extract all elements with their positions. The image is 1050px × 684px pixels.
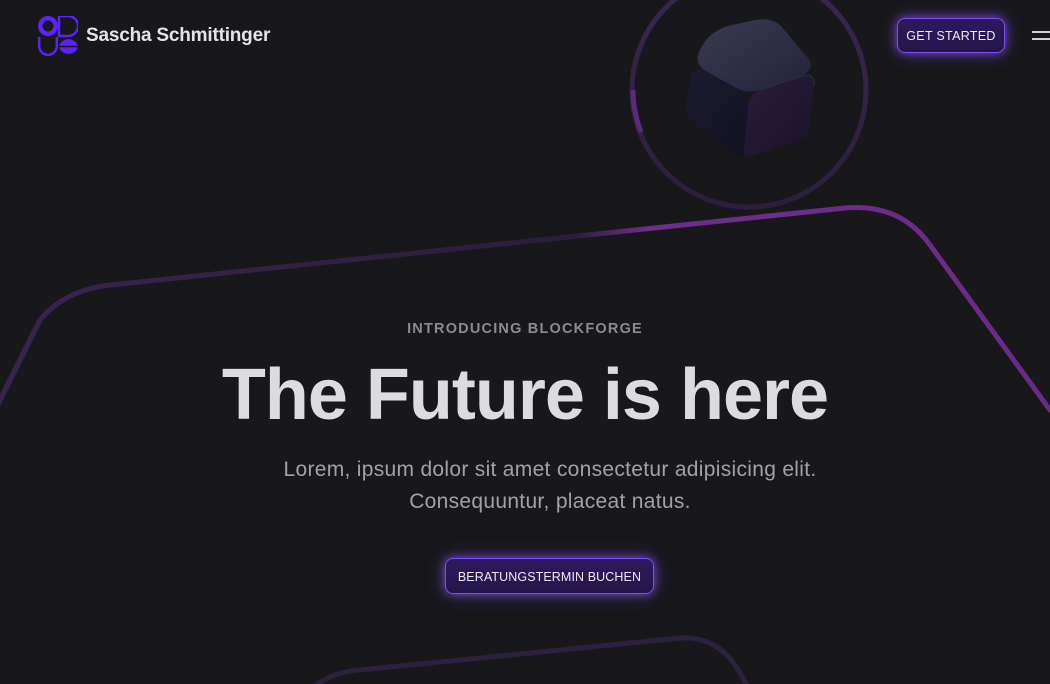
- book-consultation-button[interactable]: BERATUNGSTERMIN BUCHEN: [445, 558, 654, 594]
- hero-eyebrow: INTRODUCING BLOCKFORGE: [407, 321, 643, 337]
- hero-section: INTRODUCING BLOCKFORGE The Future is her…: [0, 0, 1050, 684]
- hero-title: The Future is here: [221, 355, 829, 435]
- hero-subtitle: Lorem, ipsum dolor sit amet consectetur …: [283, 458, 817, 513]
